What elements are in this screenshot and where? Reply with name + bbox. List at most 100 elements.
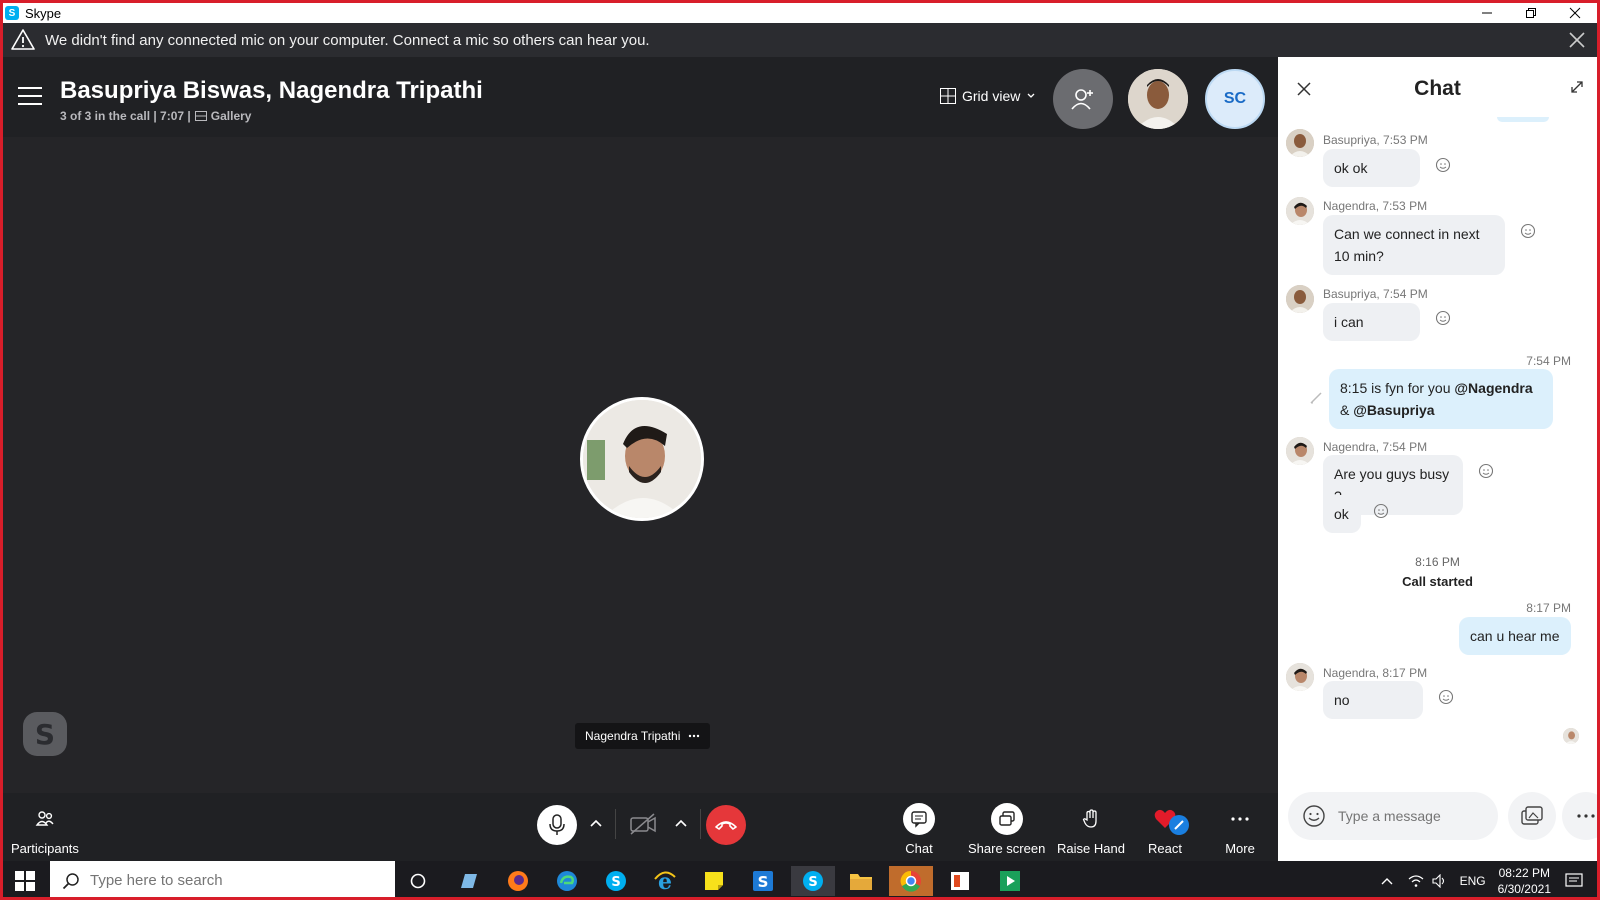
message-meta: Nagendra, 7:53 PM	[1323, 199, 1428, 213]
menu-button[interactable]	[18, 87, 42, 107]
edit-pencil-icon[interactable]	[1309, 391, 1323, 405]
participants-icon	[29, 803, 61, 835]
raise-hand-button[interactable]: Raise Hand	[1057, 803, 1125, 856]
cortana-icon[interactable]	[403, 866, 433, 896]
message-list: Basupriya, 7:53 PM ok ok Nagendra, 7:53 …	[1278, 117, 1597, 777]
office-icon[interactable]	[945, 866, 975, 896]
my-message-bubble[interactable]: 8:15 is fyn for you @Nagendra & @Basupri…	[1329, 369, 1553, 429]
smiley-icon[interactable]	[1373, 503, 1389, 519]
react-label: React	[1148, 841, 1182, 856]
taskbar-clock[interactable]: 08:22 PM 6/30/2021	[1498, 865, 1551, 897]
my-message-bubble[interactable]: can u hear me	[1459, 617, 1571, 655]
message-time: 8:17 PM	[1526, 601, 1571, 615]
chat-more-button[interactable]	[1562, 792, 1597, 840]
grid-view-dropdown[interactable]: Grid view	[940, 88, 1036, 104]
system-tray: ENG 08:22 PM 6/30/2021	[1380, 861, 1597, 897]
call-controls-bar: Participants Chat Share screen Raise Han…	[3, 793, 1278, 861]
add-person-icon	[1071, 89, 1093, 110]
wifi-icon[interactable]	[1408, 874, 1424, 888]
avatar-basupriya-small	[1286, 129, 1314, 157]
svg-text:S: S	[35, 718, 55, 751]
language-indicator[interactable]: ENG	[1460, 874, 1486, 888]
avatar-nagendra-small	[1286, 663, 1314, 691]
video-off-button[interactable]	[628, 809, 658, 839]
read-receipt-avatar	[1563, 728, 1579, 744]
warning-text: We didn't find any connected mic on your…	[45, 31, 650, 49]
app-icon[interactable]	[453, 866, 483, 896]
smiley-icon[interactable]	[1438, 689, 1454, 705]
message-input[interactable]	[1338, 808, 1478, 824]
gallery-label[interactable]: Gallery	[211, 109, 252, 123]
speaker-name: Nagendra Tripathi	[585, 729, 681, 743]
message-time: 7:54 PM	[1526, 354, 1571, 368]
avatar-nagendra-small	[1286, 197, 1314, 225]
skype-logo-icon: S	[23, 712, 67, 756]
chevron-up-icon[interactable]	[1380, 876, 1394, 886]
video-options-button[interactable]	[673, 815, 689, 831]
add-participant-button[interactable]	[1053, 69, 1113, 129]
emoji-icon[interactable]	[1302, 804, 1326, 828]
message-meta: Basupriya, 7:54 PM	[1323, 287, 1428, 301]
message-bubble[interactable]: ok	[1323, 495, 1361, 533]
avatar-basupriya[interactable]	[1128, 69, 1188, 129]
chat-button[interactable]: Chat	[903, 803, 935, 856]
minimize-button[interactable]	[1465, 3, 1509, 23]
more-button[interactable]: More	[1224, 803, 1256, 856]
media-player-icon[interactable]	[995, 866, 1025, 896]
taskbar-search[interactable]	[50, 861, 395, 897]
skype-active-taskbar-icon[interactable]: S	[791, 866, 835, 896]
smiley-icon[interactable]	[1520, 223, 1536, 239]
mention-basupriya[interactable]: @Basupriya	[1353, 402, 1434, 418]
firefox-icon[interactable]	[503, 866, 533, 896]
skype-window: S Skype We didn't find any connected mic…	[0, 0, 1600, 900]
more-label: More	[1225, 841, 1255, 856]
close-window-button[interactable]	[1553, 3, 1597, 23]
svg-text:S: S	[758, 873, 769, 891]
raise-hand-label: Raise Hand	[1057, 841, 1125, 856]
share-screen-button[interactable]: Share screen	[968, 803, 1045, 856]
skype-app-icon: S	[5, 6, 19, 20]
dismiss-warning-button[interactable]	[1567, 30, 1587, 50]
volume-icon[interactable]	[1432, 873, 1448, 888]
avatar-self-sc[interactable]: SC	[1205, 69, 1265, 129]
edge-icon[interactable]	[552, 866, 582, 896]
attach-media-button[interactable]	[1508, 792, 1556, 840]
message-bubble[interactable]: Can we connect in next 10 min?	[1323, 215, 1505, 275]
message-bubble[interactable]: i can	[1323, 303, 1420, 341]
message-meta: Basupriya, 7:53 PM	[1323, 133, 1428, 147]
file-explorer-icon[interactable]	[846, 866, 876, 896]
expand-icon[interactable]	[1569, 79, 1585, 95]
taskbar-search-input[interactable]	[90, 872, 370, 889]
smiley-icon[interactable]	[1435, 310, 1451, 326]
smiley-icon[interactable]	[1435, 157, 1451, 173]
chrome-icon[interactable]	[889, 866, 933, 896]
chevron-down-icon	[1027, 93, 1035, 98]
speaker-avatar	[580, 397, 704, 521]
chat-title: Chat	[1414, 77, 1461, 100]
participants-count: 3 of 3 in the call | 7:07 |	[60, 109, 191, 123]
participants-label: Participants	[11, 841, 79, 856]
react-button[interactable]: React	[1148, 803, 1189, 856]
skype-business-icon[interactable]: S	[748, 866, 778, 896]
svg-text:S: S	[611, 875, 620, 890]
message-bubble[interactable]: no	[1323, 681, 1423, 719]
mention-nagendra[interactable]: @Nagendra	[1454, 380, 1532, 396]
share-screen-icon	[990, 803, 1023, 835]
end-call-button[interactable]	[706, 805, 746, 845]
notifications-icon[interactable]	[1565, 872, 1583, 889]
speaker-name-tag[interactable]: Nagendra Tripathi	[575, 723, 711, 749]
internet-explorer-icon[interactable]: e	[650, 866, 680, 896]
participants-button[interactable]: Participants	[11, 803, 79, 856]
mic-warning-bar: We didn't find any connected mic on your…	[3, 23, 1597, 57]
ellipsis-icon	[1224, 803, 1256, 835]
audio-options-button[interactable]	[588, 815, 604, 831]
windows-start-button[interactable]	[15, 871, 35, 891]
skype-taskbar-icon[interactable]: S	[601, 866, 631, 896]
restore-button[interactable]	[1509, 3, 1553, 23]
message-bubble[interactable]: ok ok	[1323, 149, 1420, 187]
sticky-notes-icon[interactable]	[699, 866, 729, 896]
mute-button[interactable]	[537, 805, 577, 845]
smiley-icon[interactable]	[1478, 463, 1494, 479]
close-icon	[1569, 7, 1581, 19]
speaker-photo-icon	[583, 400, 701, 518]
